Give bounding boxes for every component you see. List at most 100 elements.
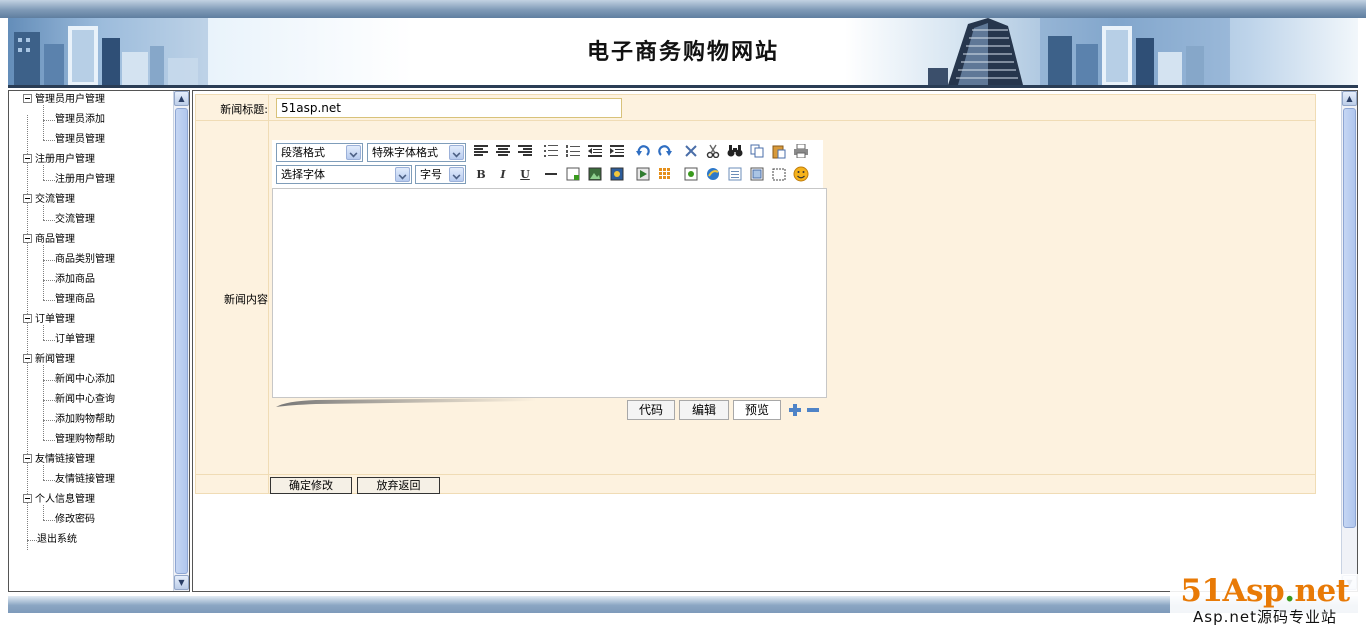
font-family-value: 选择字体 [281,168,325,181]
editor-toolbar: 段落格式 特殊字体格式 选择字体 字号 B I U [272,140,823,188]
sidebar-group[interactable]: 商品管理 [23,230,75,250]
insert-form-icon[interactable] [564,165,582,183]
confirm-edit-button[interactable]: 确定修改 [270,477,352,494]
numbered-list-icon[interactable] [564,142,582,160]
underline-button[interactable]: U [516,165,534,183]
editor-shadow-decor [276,398,536,407]
scroll-up-icon[interactable]: ▲ [174,91,189,106]
copy-icon[interactable] [748,142,766,160]
edit-mode-tab[interactable]: 编辑 [679,400,729,420]
insert-iframe-icon[interactable] [748,165,766,183]
cancel-return-button[interactable]: 放弃返回 [357,477,440,494]
sidebar-group[interactable]: 交流管理 [23,190,75,210]
site-watermark: 51Asp.net Asp.net源码专业站 [1170,574,1360,634]
sidebar-item[interactable]: 管理商品 [55,290,95,310]
insert-link-icon[interactable] [704,165,722,183]
shrink-editor-icon[interactable] [806,403,820,417]
sidebar-scrollbar[interactable]: ▲ ▼ [173,91,189,591]
collapse-icon[interactable] [23,353,32,363]
news-edit-form: 新闻标题: 新闻内容 段落格式 特殊字体格式 选择字体 字号 [195,94,1316,494]
sidebar-group[interactable]: 个人信息管理 [23,490,95,510]
outdent-icon[interactable] [586,142,604,160]
insert-image-icon[interactable] [586,165,604,183]
insert-marquee-icon[interactable] [770,165,788,183]
preview-mode-tab[interactable]: 预览 [733,400,781,420]
redo-icon[interactable] [656,142,674,160]
tree-branch-line [43,340,55,341]
font-size-value: 字号 [420,168,442,181]
bullet-list-icon[interactable] [542,142,560,160]
form-column-divider [268,95,269,493]
scroll-thumb[interactable] [1343,108,1356,528]
sidebar-item[interactable]: 管理员管理 [55,130,105,150]
sidebar-group[interactable]: 订单管理 [23,310,75,330]
special-format-value: 特殊字体格式 [372,146,438,159]
sidebar-group-label: 商品管理 [35,234,75,245]
sidebar-item[interactable]: 修改密码 [55,510,95,530]
insert-textarea-icon[interactable] [726,165,744,183]
sidebar-group[interactable]: 新闻管理 [23,350,75,370]
scroll-up-icon[interactable]: ▲ [1342,91,1357,106]
sidebar-group[interactable]: 注册用户管理 [23,150,95,170]
cut-icon[interactable] [704,142,722,160]
horizontal-rule-icon[interactable] [542,165,560,183]
scroll-thumb[interactable] [175,108,188,574]
find-icon[interactable] [726,142,744,160]
sidebar-item[interactable]: 新闻中心查询 [55,390,115,410]
scroll-down-icon[interactable]: ▼ [174,575,189,590]
sidebar-item[interactable]: 新闻中心添加 [55,370,115,390]
sidebar-item[interactable]: 订单管理 [55,330,95,350]
sidebar-group-label: 注册用户管理 [35,154,95,165]
sidebar-item[interactable]: 添加购物帮助 [55,410,115,430]
chevron-down-icon [346,145,361,160]
paragraph-format-select[interactable]: 段落格式 [276,143,363,162]
indent-icon[interactable] [608,142,626,160]
sidebar-item[interactable]: 管理购物帮助 [55,430,115,450]
sidebar-group-label: 友情链接管理 [35,454,95,465]
insert-media-icon[interactable] [634,165,652,183]
collapse-icon[interactable] [23,153,32,163]
undo-icon[interactable] [634,142,652,160]
collapse-icon[interactable] [23,233,32,243]
expand-editor-icon[interactable] [788,403,802,417]
sidebar-item[interactable]: 交流管理 [55,210,95,230]
special-format-select[interactable]: 特殊字体格式 [367,143,466,162]
font-family-select[interactable]: 选择字体 [276,165,412,184]
sidebar-item[interactable]: 管理员添加 [55,110,105,130]
collapse-icon[interactable] [23,453,32,463]
insert-file-icon[interactable] [682,165,700,183]
sidebar-item[interactable]: 商品类别管理 [55,250,115,270]
paste-icon[interactable] [770,142,788,160]
watermark-logo-dot: . [1284,573,1295,609]
insert-emoticon-icon[interactable] [792,165,810,183]
tree-group-line [43,245,44,300]
delete-icon[interactable] [682,142,700,160]
tree-group-line [43,505,44,520]
sidebar-item[interactable]: 添加商品 [55,270,95,290]
tree-branch-line [43,180,55,181]
collapse-icon[interactable] [23,493,32,503]
print-icon[interactable] [792,142,810,160]
sidebar-group[interactable]: 管理员用户管理 [23,91,105,110]
align-center-icon[interactable] [494,142,512,160]
site-title: 电子商务购物网站 [586,40,779,65]
news-content-editor[interactable] [272,188,827,398]
collapse-icon[interactable] [23,193,32,203]
insert-table-icon[interactable] [656,165,674,183]
sidebar-item[interactable]: 友情链接管理 [55,470,115,490]
collapse-icon[interactable] [23,313,32,323]
align-right-icon[interactable] [516,142,534,160]
bold-button[interactable]: B [472,165,490,183]
italic-button[interactable]: I [494,165,512,183]
sidebar-item[interactable]: 注册用户管理 [55,170,115,190]
main-scrollbar[interactable]: ▲ ▼ [1341,91,1357,591]
align-left-icon[interactable] [472,142,490,160]
sidebar-group[interactable]: 友情链接管理 [23,450,95,470]
logout-link[interactable]: 退出系统 [37,530,77,550]
insert-flash-icon[interactable] [608,165,626,183]
font-size-select[interactable]: 字号 [415,165,466,184]
news-title-input[interactable] [276,98,622,118]
news-title-label: 新闻标题: [220,103,268,116]
code-mode-tab[interactable]: 代码 [627,400,675,420]
collapse-icon[interactable] [23,93,32,103]
